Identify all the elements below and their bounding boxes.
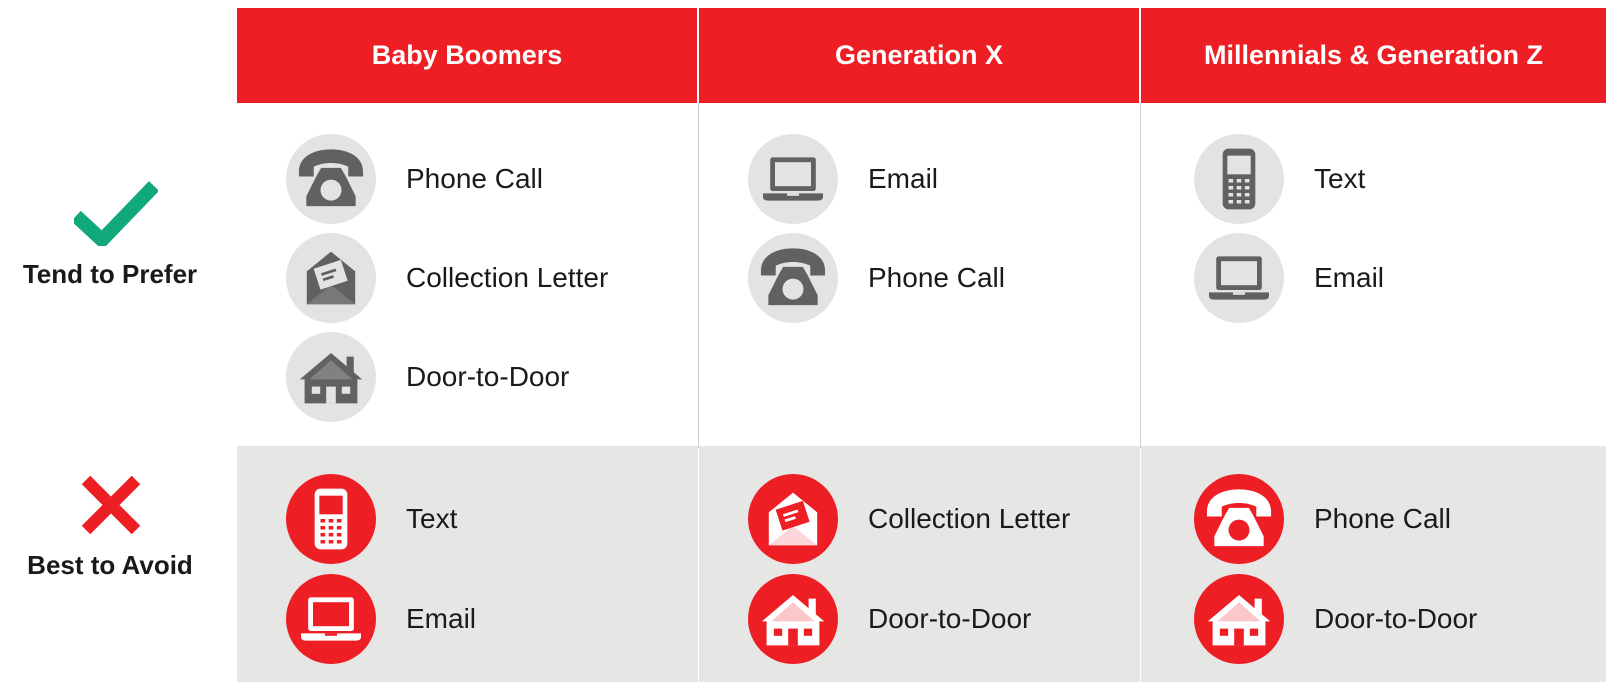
column-divider [1140,103,1141,448]
list-item: Door-to-Door [1194,574,1477,664]
item-label: Phone Call [406,163,543,194]
mobile-icon [286,474,376,564]
letter-icon [748,474,838,564]
item-label: Door-to-Door [406,361,570,392]
column-header-baby-boomers: Baby Boomers [371,40,563,70]
mobile-icon [1194,134,1284,224]
item-label: Door-to-Door [868,603,1032,634]
comparison-table: Baby Boomers Generation X Millennials & … [0,0,1606,682]
column-divider [1140,448,1141,682]
list-item: Email [1194,233,1384,323]
item-label: Email [1314,262,1385,293]
phone-icon [748,233,838,323]
list-item: Email [748,134,938,224]
cross-icon [81,475,141,535]
item-label: Collection Letter [406,262,609,293]
list-item: Phone Call [748,233,1005,323]
house-icon [286,332,376,422]
list-item: Phone Call [1194,474,1451,564]
house-icon [748,574,838,664]
item-label: Phone Call [868,262,1005,293]
column-divider [698,448,699,682]
item-label: Phone Call [1314,503,1451,534]
list-item: Email [286,574,476,664]
house-icon [1194,574,1284,664]
phone-icon [1194,474,1284,564]
header-divider [1139,8,1141,103]
item-label: Collection Letter [868,503,1071,534]
list-item: Collection Letter [748,474,1070,564]
laptop-icon [748,134,838,224]
list-item: Door-to-Door [286,332,569,422]
letter-icon [286,233,376,323]
item-label: Email [406,603,477,634]
item-label: Door-to-Door [1314,603,1478,634]
column-divider [698,103,699,448]
item-label: Email [868,163,939,194]
list-item: Door-to-Door [748,574,1031,664]
laptop-icon [286,574,376,664]
list-item: Collection Letter [286,233,608,323]
column-header-generation-x: Generation X [834,40,1004,70]
laptop-icon [1194,233,1284,323]
item-label: Text [406,503,458,534]
list-item: .hole{fill:#e3e3e3} Phone Call [286,134,543,224]
item-label: Text [1314,163,1366,194]
check-icon [74,181,158,246]
column-header-millennials-gen-z: Millennials & Generation Z [1203,40,1544,70]
list-item: Text [1194,134,1365,224]
row-label-best-to-avoid: Best to Avoid [27,550,193,580]
row-label-tend-to-prefer: Tend to Prefer [22,259,198,289]
list-item: Text [286,474,457,564]
phone-icon: .hole{fill:#e3e3e3} [286,134,376,224]
header-divider [697,8,699,103]
